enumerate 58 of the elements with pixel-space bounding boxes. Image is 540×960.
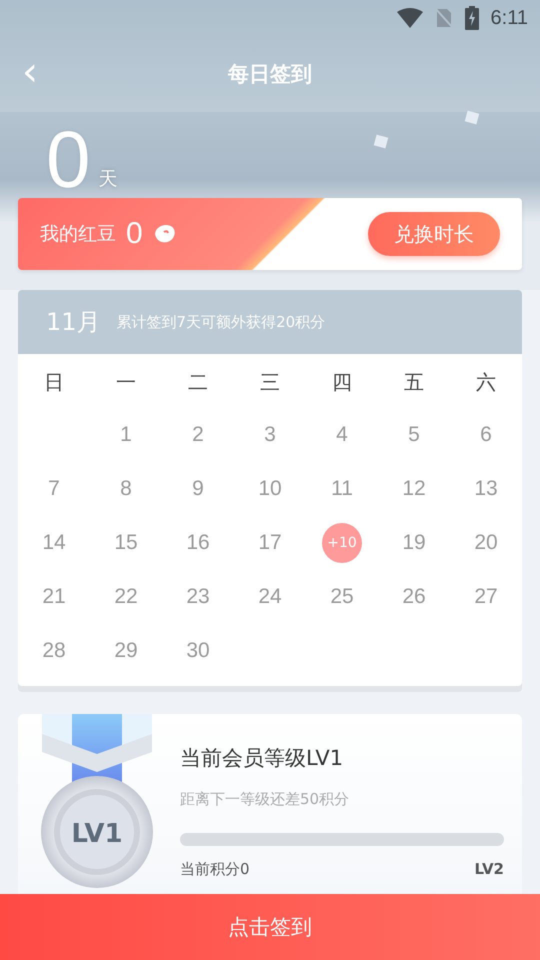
- weekday-label: 日: [43, 369, 65, 396]
- level-hint: 距离下一等级还差50积分: [180, 790, 350, 809]
- weekday-label: 一: [115, 369, 137, 396]
- calendar-day[interactable]: 20: [474, 531, 498, 555]
- calendar-day[interactable]: 8: [120, 477, 132, 501]
- calendar-day[interactable]: 28: [42, 639, 66, 663]
- calendar-day[interactable]: 17: [258, 531, 282, 555]
- calendar-day[interactable]: 4: [336, 423, 348, 447]
- calendar-day[interactable]: 22: [114, 585, 138, 609]
- weekday-label: 二: [187, 369, 209, 396]
- calendar-day[interactable]: 15: [114, 531, 138, 555]
- calendar-day[interactable]: 7: [48, 477, 60, 501]
- calendar-day[interactable]: 21: [42, 585, 66, 609]
- wifi-icon: [396, 8, 423, 28]
- status-time: 6:11: [490, 6, 528, 30]
- weekday-label: 六: [475, 369, 497, 396]
- calendar-day[interactable]: 14: [42, 531, 66, 555]
- calendar-day[interactable]: 30: [186, 639, 210, 663]
- calendar-day[interactable]: 5: [408, 423, 420, 447]
- calendar-day[interactable]: 11: [331, 477, 353, 501]
- calendar-day[interactable]: 29: [114, 639, 138, 663]
- calendar-day[interactable]: 9: [192, 477, 204, 501]
- weekday-label: 五: [403, 369, 425, 396]
- streak-unit: 天: [98, 167, 118, 192]
- page-title: 每日签到: [228, 61, 312, 88]
- calendar-day[interactable]: 19: [402, 531, 426, 555]
- calendar-day[interactable]: 16: [186, 531, 210, 555]
- calendar-day[interactable]: 12: [402, 477, 426, 501]
- no-sim-icon: [434, 7, 453, 29]
- points-text: 当前积分0: [180, 860, 250, 879]
- calendar-day[interactable]: 6: [480, 423, 492, 447]
- weekday-label: 四: [331, 369, 353, 396]
- calendar-day[interactable]: 23: [186, 585, 210, 609]
- exchange-button[interactable]: 兑换时长: [368, 212, 500, 256]
- battery-icon: [464, 6, 479, 30]
- calendar-day[interactable]: 3: [264, 423, 276, 447]
- streak-count: 0: [46, 122, 90, 198]
- calendar-note: 累计签到7天可额外获得20积分: [116, 312, 326, 332]
- calendar-day[interactable]: 1: [120, 423, 132, 447]
- calendar-day[interactable]: 2: [192, 423, 204, 447]
- bonus-badge[interactable]: +10: [322, 523, 362, 563]
- calendar-day[interactable]: 13: [474, 477, 498, 501]
- weekday-label: 三: [259, 369, 281, 396]
- confetti-icon: [374, 134, 388, 148]
- medal-drawing: LV1: [40, 714, 156, 890]
- calendar-day[interactable]: 26: [402, 585, 426, 609]
- calendar-day[interactable]: 10: [258, 477, 282, 501]
- calendar-day[interactable]: 27: [474, 585, 498, 609]
- bean-icon: [152, 223, 177, 245]
- back-button[interactable]: ‹: [16, 54, 44, 90]
- calendar-month: 11月: [46, 307, 101, 338]
- level-title: 当前会员等级LV1: [180, 745, 344, 772]
- beans-count: 0: [126, 217, 143, 251]
- beans-label: 我的红豆: [40, 222, 116, 247]
- calendar-day[interactable]: 25: [330, 585, 354, 609]
- calendar-day[interactable]: 24: [258, 585, 282, 609]
- next-level-label: LV2: [474, 860, 504, 879]
- check-in-button[interactable]: 点击签到: [0, 894, 540, 960]
